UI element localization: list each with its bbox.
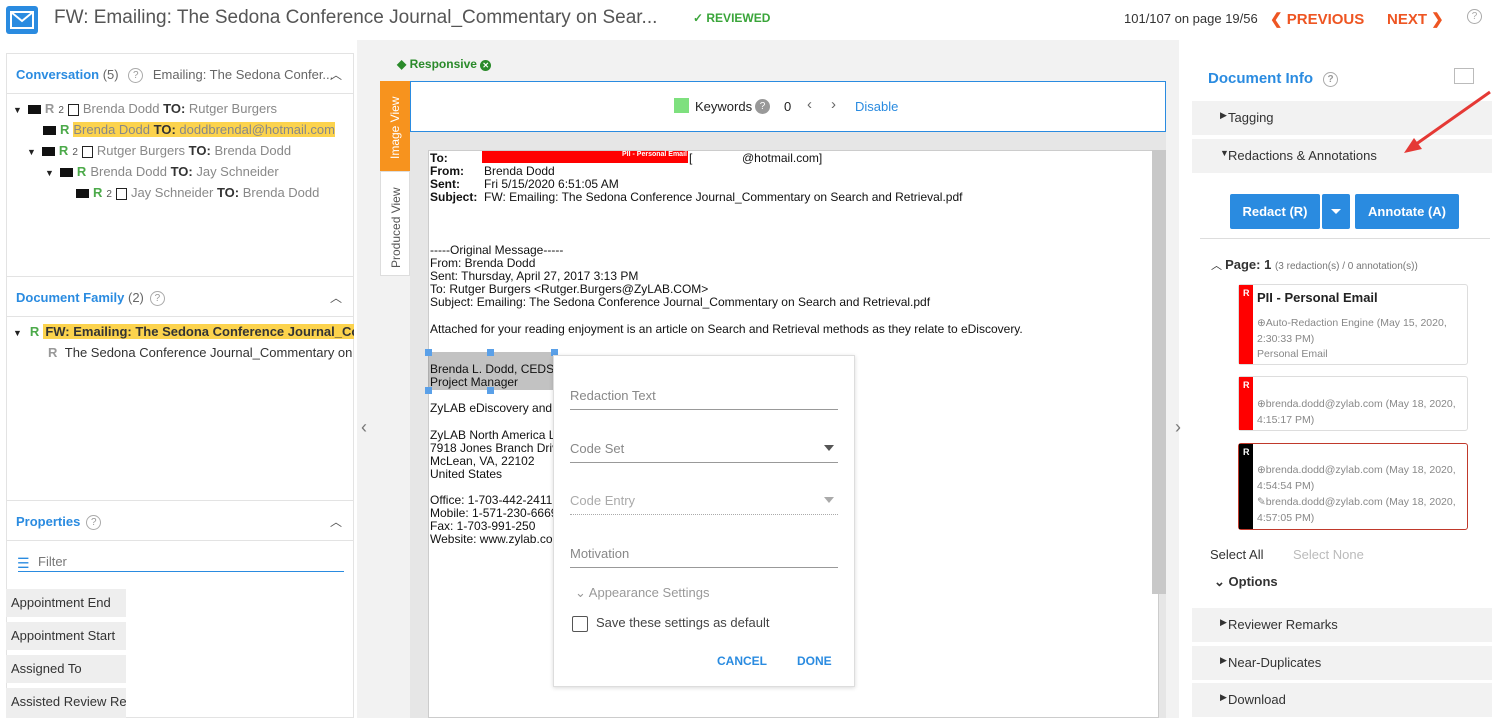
expand-triangle-icon[interactable]: ▼ [45,168,54,178]
chevron-left-icon[interactable]: ‹ [361,417,367,438]
remove-tag-icon[interactable]: ✕ [480,60,492,71]
redact-button[interactable]: Redact (R) [1230,194,1320,229]
conversation-row[interactable]: R 2 Jay Schneider TO: Brenda Dodd [74,185,319,200]
copy-icon [67,103,79,116]
chevron-right-icon: ❯ [1427,11,1444,28]
resize-handle[interactable] [487,349,494,356]
collapse-icon[interactable]: ︿ [330,289,342,306]
redaction-card[interactable]: R PII - Personal Email ⊕Auto-Redaction E… [1238,284,1468,365]
conversation-row[interactable]: ▼ R 2 Brenda Dodd TO: Rutger Burgers [13,101,277,116]
envelope-icon [41,147,55,157]
envelope-icon [59,168,73,178]
conversation-row[interactable]: ▼ R 2 Rutger Burgers TO: Brenda Dodd [27,143,291,158]
redaction-label: PII - Personal Email [622,151,687,158]
keyword-color-swatch[interactable] [674,98,689,113]
chevron-down-icon: ▼ [1220,148,1229,158]
collapse-icon[interactable]: ︿ [330,66,342,83]
done-button[interactable]: DONE [797,654,832,668]
property-item[interactable]: Appointment Start [6,622,126,650]
cancel-button[interactable]: CANCEL [717,654,767,668]
chevron-left-icon[interactable]: ‹ [807,96,812,113]
select-none-link[interactable]: Select None [1293,547,1364,562]
chevron-left-icon: ❮ [1270,11,1287,28]
expand-triangle-icon[interactable]: ▼ [27,147,36,157]
chevron-right-icon: ▶ [1220,617,1227,627]
select-all-link[interactable]: Select All [1210,547,1263,562]
conversation-row-selected[interactable]: R Brenda Dodd TO: doddbrendal@hotmail.com [41,122,335,137]
chevron-up-icon: ︿ [1211,260,1226,272]
reviewed-badge: ✓ REVIEWED [693,11,771,25]
code-set-select[interactable]: Code Set [570,441,838,463]
help-icon[interactable]: ? [149,291,165,307]
tab-image-view[interactable]: Image View [380,81,410,171]
family-panel [6,276,354,501]
document-title: FW: Emailing: The Sedona Conference Jour… [54,7,658,28]
next-button[interactable]: NEXT ❯ [1387,10,1444,28]
family-header[interactable]: Document Family (2)? [16,290,165,307]
collapse-icon[interactable]: ︿ [330,513,342,530]
redaction-text-field[interactable]: Redaction Text [570,388,838,410]
chevron-right-icon: ▶ [1220,110,1227,120]
save-default-checkbox[interactable]: Save these settings as default [572,615,769,632]
conversation-row[interactable]: ▼ R Brenda Dodd TO: Jay Schneider [45,164,279,179]
family-row[interactable]: R The Sedona Conference Journal_Commenta… [44,345,354,360]
expand-icon[interactable] [1454,68,1474,84]
expand-triangle-icon[interactable]: ▼ [13,105,22,115]
envelope-icon [27,105,41,115]
help-icon[interactable]: ? [128,68,144,84]
chevron-right-icon[interactable]: › [1175,417,1181,438]
property-item[interactable]: Appointment End [6,589,126,617]
keyword-toolbar: Keywords ? 0 ‹ › Disable [410,81,1166,132]
help-icon[interactable]: ? [1467,9,1482,24]
code-entry-select[interactable]: Code Entry [570,493,838,515]
document-info-title: Document Info? [1208,70,1338,87]
dropdown-caret-icon [824,445,834,451]
redactions-section[interactable]: ▼ Redactions & Annotations [1192,139,1492,173]
disable-link[interactable]: Disable [855,99,898,114]
download-section[interactable]: ▶ Download [1192,683,1492,717]
scrollbar[interactable] [1152,150,1166,594]
dropdown-caret-icon [824,497,834,503]
page-group-header[interactable]: ︿ Page: 1 (3 redaction(s) / 0 annotation… [1211,257,1418,273]
properties-header[interactable]: Properties? [16,514,102,531]
property-item[interactable]: Assisted Review Result [6,688,126,718]
copy-icon [115,187,127,200]
chevron-down-icon: ⌄ [1214,574,1229,589]
envelope-icon [76,189,89,199]
appearance-settings-toggle[interactable]: ⌄ Appearance Settings [575,585,710,601]
filter-icon: ☰ [17,555,30,571]
help-icon[interactable]: ? [755,99,770,114]
chevron-right-icon: ▶ [1220,655,1227,665]
copy-icon [81,145,93,158]
tab-produced-view[interactable]: Produced View [380,171,410,276]
motivation-field[interactable]: Motivation [570,546,838,568]
resize-handle[interactable] [425,349,432,356]
redaction-card-selected[interactable]: R ⊕brenda.dodd@zylab.com (May 18, 2020, … [1238,443,1468,530]
help-icon[interactable]: ? [1323,71,1338,87]
property-item[interactable]: Assigned To [6,655,126,683]
conversation-header[interactable]: Conversation (5) ? Emailing: The Sedona … [16,67,333,84]
annotate-button[interactable]: Annotate (A) [1355,194,1459,229]
near-duplicates-section[interactable]: ▶ Near-Duplicates [1192,646,1492,680]
help-icon[interactable]: ? [86,515,102,531]
email-icon [6,6,38,34]
reviewer-remarks-section[interactable]: ▶ Reviewer Remarks [1192,608,1492,642]
redact-dropdown-button[interactable] [1322,194,1350,229]
pager-text: 101/107 on page 19/56 [1124,11,1258,26]
check-icon: ✓ [693,11,707,25]
filter-input[interactable]: Filter [38,554,67,569]
responsive-tag[interactable]: ◆ Responsive ✕ [397,57,492,71]
tag-icon: ◆ [397,57,407,71]
chevron-right-icon[interactable]: › [831,96,836,113]
dropdown-caret-icon [1331,209,1341,214]
envelope-icon [43,126,56,136]
chevron-down-icon: ⌄ [575,585,589,600]
redaction-card[interactable]: R ⊕brenda.dodd@zylab.com (May 18, 2020, … [1238,376,1468,431]
top-bar: FW: Emailing: The Sedona Conference Jour… [0,0,1498,40]
chevron-right-icon: ▶ [1220,692,1227,702]
family-row-selected[interactable]: ▼ R FW: Emailing: The Sedona Conference Jo… [13,324,354,339]
previous-button[interactable]: ❮ PREVIOUS [1270,10,1364,28]
tagging-section[interactable]: ▶ Tagging [1192,101,1492,135]
options-toggle[interactable]: ⌄ Options [1214,574,1278,590]
